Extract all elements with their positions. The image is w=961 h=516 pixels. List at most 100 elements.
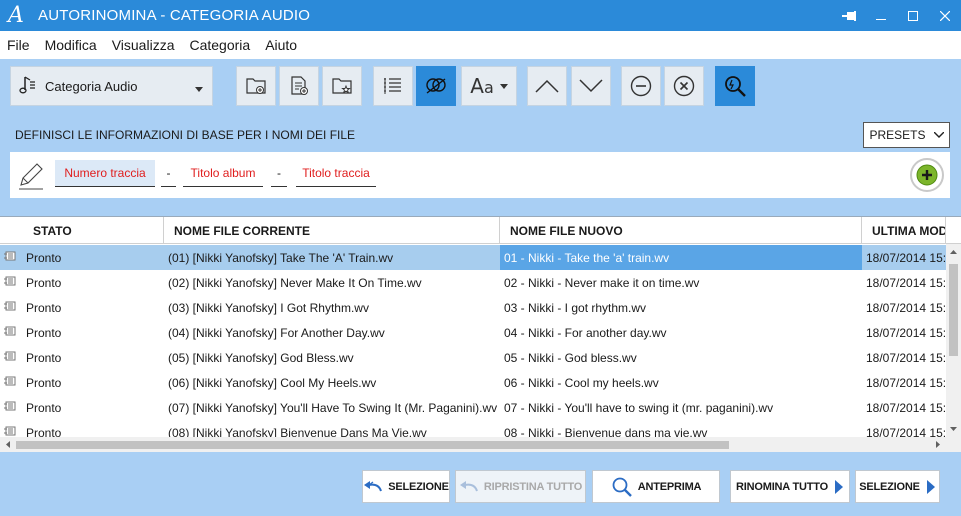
file-status-icon [4, 375, 18, 390]
title-bar: A AUTORINOMINA - CATEGORIA AUDIO [0, 0, 961, 31]
table-row[interactable]: Pronto (04) [Nikki Yanofsky] For Another… [0, 320, 946, 345]
vertical-scroll-thumb[interactable] [949, 264, 958, 356]
chevron-down-icon [195, 81, 203, 95]
status-text: Pronto [26, 400, 62, 415]
pattern-separator[interactable]: - [161, 160, 176, 187]
preview-label: ANTEPRIMA [637, 480, 702, 493]
file-status-icon [4, 350, 18, 365]
scroll-down-icon [950, 427, 957, 431]
pattern-field-track-number[interactable]: Numero traccia [55, 160, 155, 187]
column-header-new-name[interactable]: NOME FILE NUOVO [500, 217, 862, 244]
category-combo-label: Categoria Audio [45, 78, 138, 94]
section-title: DEFINISCI LE INFORMAZIONI DI BASE PER I … [15, 128, 356, 142]
status-text: Pronto [26, 250, 62, 265]
window-title: AUTORINOMINA - CATEGORIA AUDIO [38, 7, 311, 24]
filter-button[interactable] [416, 66, 456, 106]
table-body: Pronto (01) [Nikki Yanofsky] Take The 'A… [0, 245, 946, 445]
app-logo-icon: A [8, 3, 24, 28]
table-row[interactable]: Pronto (06) [Nikki Yanofsky] Cool My Hee… [0, 370, 946, 395]
horizontal-scroll-thumb[interactable] [16, 441, 729, 449]
toolbar-panel: Categoria Audio Aa DEFINISCI LE INFORMAZ… [0, 59, 961, 216]
play-arrow-icon [834, 479, 844, 495]
column-header-last-modified[interactable]: ULTIMA MOD [862, 217, 946, 244]
font-case-button[interactable]: Aa [461, 66, 517, 106]
modified-cell: 18/07/2014 15: [866, 400, 946, 415]
scroll-up-icon [950, 250, 957, 254]
horizontal-scrollbar[interactable] [0, 437, 946, 452]
chevron-up-icon [535, 79, 559, 93]
folder-add-icon [246, 78, 266, 94]
restore-all-label: RIPRISTINA TUTTO [483, 480, 583, 493]
select-previous-label: SELEZIONE [388, 480, 449, 493]
minimize-button[interactable] [865, 0, 897, 31]
menu-bar: File Modifica Visualizza Categoria Aiuto [0, 31, 961, 59]
clear-button[interactable] [664, 66, 704, 106]
rename-all-label: RINOMINA TUTTO [736, 480, 828, 493]
action-bar: SELEZIONE RIPRISTINA TUTTO ANTEPRIMA RIN… [0, 452, 961, 516]
vertical-scrollbar[interactable] [946, 244, 961, 452]
column-header-stato[interactable]: STATO [0, 217, 164, 244]
pattern-separator[interactable]: - [271, 160, 287, 187]
table-row[interactable]: Pronto (07) [Nikki Yanofsky] You'll Have… [0, 395, 946, 420]
add-field-button[interactable] [910, 158, 944, 192]
pin-icon[interactable] [833, 0, 865, 31]
favorite-folder-button[interactable] [322, 66, 362, 106]
maximize-button[interactable] [897, 0, 929, 31]
menu-aiuto[interactable]: Aiuto [265, 37, 297, 53]
presets-label: PRESETS [869, 128, 926, 142]
filter-tool-icon [426, 78, 446, 94]
table-header: STATO NOME FILE CORRENTE NOME FILE NUOVO… [0, 217, 961, 244]
new-name-cell: 02 - Nikki - Never make it on time.wv [504, 275, 700, 290]
rename-all-button[interactable]: RINOMINA TUTTO [730, 470, 850, 503]
search-preview-button[interactable] [715, 66, 755, 106]
current-name-cell: (03) [Nikki Yanofsky] I Got Rhythm.wv [168, 300, 369, 315]
numbered-list-button[interactable] [373, 66, 413, 106]
add-file-button[interactable] [279, 66, 319, 106]
menu-file[interactable]: File [7, 37, 30, 53]
add-folder-button[interactable] [236, 66, 276, 106]
presets-dropdown[interactable]: PRESETS [863, 122, 950, 148]
search-icon [725, 76, 746, 97]
plus-circle-icon [916, 164, 938, 186]
chevron-down-icon [579, 79, 603, 93]
minus-circle-icon [630, 75, 652, 97]
table-row[interactable]: Pronto (03) [Nikki Yanofsky] I Got Rhyth… [0, 295, 946, 320]
preview-button[interactable]: ANTEPRIMA [592, 470, 720, 503]
modified-cell: 18/07/2014 15: [866, 300, 946, 315]
pattern-field-track-title[interactable]: Titolo traccia [296, 160, 376, 187]
current-name-cell: (01) [Nikki Yanofsky] Take The 'A' Train… [168, 250, 394, 265]
menu-visualizza[interactable]: Visualizza [112, 37, 175, 53]
table-row[interactable]: Pronto (05) [Nikki Yanofsky] God Bless.w… [0, 345, 946, 370]
modified-cell: 18/07/2014 15: [866, 325, 946, 340]
file-status-icon [4, 325, 18, 340]
current-name-cell: (07) [Nikki Yanofsky] You'll Have To Swi… [168, 400, 498, 415]
category-combo[interactable]: Categoria Audio [10, 66, 213, 106]
file-status-icon [4, 300, 18, 315]
close-circle-icon [673, 75, 695, 97]
file-table: STATO NOME FILE CORRENTE NOME FILE NUOVO… [0, 216, 961, 452]
current-name-cell: (05) [Nikki Yanofsky] God Bless.wv [168, 350, 354, 365]
file-add-icon [291, 76, 308, 95]
move-up-button[interactable] [527, 66, 567, 106]
status-text: Pronto [26, 300, 62, 315]
status-text: Pronto [26, 275, 62, 290]
menu-modifica[interactable]: Modifica [45, 37, 97, 53]
select-next-button[interactable]: SELEZIONE [855, 470, 940, 503]
undo-arrow-icon [459, 480, 479, 494]
remove-button[interactable] [621, 66, 661, 106]
select-previous-button[interactable]: SELEZIONE [362, 470, 450, 503]
menu-categoria[interactable]: Categoria [189, 37, 250, 53]
chevron-down-icon [933, 132, 944, 138]
name-pattern-editor: Numero traccia - Titolo album - Titolo t… [10, 152, 950, 198]
pattern-field-album-title[interactable]: Titolo album [183, 160, 263, 187]
table-row[interactable]: Pronto (01) [Nikki Yanofsky] Take The 'A… [0, 245, 946, 270]
scroll-right-icon [936, 441, 940, 448]
column-header-current-name[interactable]: NOME FILE CORRENTE [164, 217, 500, 244]
file-status-icon [4, 275, 18, 290]
table-row[interactable]: Pronto (02) [Nikki Yanofsky] Never Make … [0, 270, 946, 295]
move-down-button[interactable] [571, 66, 611, 106]
restore-all-button[interactable]: RIPRISTINA TUTTO [455, 470, 586, 503]
close-button[interactable] [929, 0, 961, 31]
status-text: Pronto [26, 350, 62, 365]
new-name-cell: 01 - Nikki - Take the 'a' train.wv [500, 245, 862, 270]
